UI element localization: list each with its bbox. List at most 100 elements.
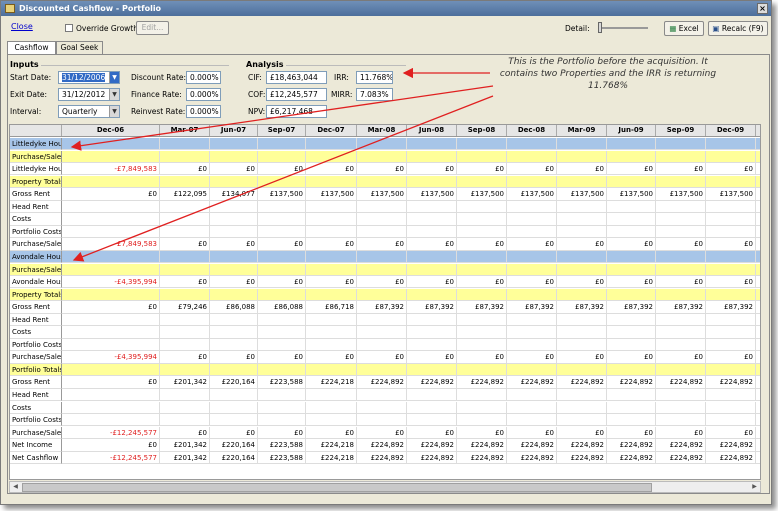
table-cell: £0 [407, 426, 457, 440]
chevron-down-icon[interactable]: ▼ [109, 89, 119, 100]
table-cell [306, 200, 357, 214]
table-row[interactable]: Costs [10, 401, 760, 414]
table-row[interactable]: Costs [10, 213, 760, 226]
table-row[interactable]: Portfolio Costs [10, 225, 760, 239]
property-row[interactable]: Avondale House [10, 250, 760, 264]
table-row[interactable]: Gross Rent £0 £79,246 £86,088 £86,088 £86,718… [10, 301, 760, 314]
excel-button[interactable]: ▦ Excel [664, 21, 704, 36]
table-row[interactable]: Gross Rent £0 £122,095 £134,077 £137,500 £137… [10, 188, 760, 201]
table-cell: £137,500 [306, 188, 357, 201]
table-cell [656, 414, 706, 427]
table-cell: £0 [160, 276, 210, 289]
row-label: Gross Rent [10, 376, 62, 389]
table-row[interactable]: Avondale House-£4,395,994£0£0£0£0£0£0£0£… [10, 276, 760, 289]
table-cell [507, 150, 557, 163]
section-row[interactable]: Portfolio Totals [10, 363, 760, 377]
table-cell [457, 138, 507, 151]
section-row[interactable]: Purchase/Sale [10, 263, 760, 276]
table-row[interactable]: Head Rent [10, 313, 760, 327]
table-cell [62, 326, 160, 339]
scroll-left-icon[interactable]: ◀ [10, 482, 21, 492]
column-header: Jun-08 [407, 125, 457, 136]
tab-goal-seek[interactable]: Goal Seek [56, 41, 103, 54]
table-cell: -£7,849,583 [62, 238, 160, 251]
table-cell [306, 288, 357, 301]
table-cell [160, 138, 210, 151]
close-link[interactable]: Close [11, 22, 33, 31]
exit-date-picker[interactable]: 31/12/2012 ▼ [58, 88, 120, 101]
chevron-down-icon[interactable]: ▼ [109, 72, 119, 83]
table-cell [407, 138, 457, 151]
table-cell: £224,892 [607, 376, 656, 389]
table-cell [160, 414, 210, 427]
table-row[interactable]: Purchase/Sale -£12,245,577 £0 £0 £0 £0 £0 £0 £0 £… [10, 426, 760, 440]
edit-button[interactable]: Edit... [136, 21, 169, 35]
table-cell [557, 288, 607, 301]
annotation-note: This is the Portfolio before the acquisi… [499, 57, 717, 91]
section-row[interactable]: Purchase/Sale [10, 150, 760, 163]
table-cell [306, 389, 357, 402]
override-growth-checkbox[interactable] [65, 24, 73, 32]
dcf-window: Discounted Cashflow - Portfolio × Close … [0, 0, 772, 505]
table-cell: £137,500 [407, 188, 457, 201]
table-cell: £0 [557, 426, 607, 440]
table-row[interactable]: Head Rent [10, 200, 760, 214]
table-cell [62, 150, 160, 163]
table-row[interactable]: Littledyke House-£7,849,583£0£0£0£0£0£0£… [10, 163, 760, 176]
table-cell: £87,392 [457, 301, 507, 314]
table-row[interactable]: Purchase/Sale -£7,849,583 £0 £0 £0 £0 £0 £0 £0 £0… [10, 238, 760, 251]
table-row[interactable]: Gross Rent £0 £201,342 £220,164 £223,588 £224… [10, 376, 760, 389]
table-cell: £0 [62, 188, 160, 201]
table-cell: £0 [210, 351, 258, 364]
slider-handle[interactable] [598, 22, 602, 33]
table-cell: £224,892 [407, 451, 457, 465]
table-cell: £87,392 [706, 301, 756, 314]
table-cell [258, 313, 306, 327]
detail-slider[interactable] [598, 21, 650, 35]
table-cell: £224,218 [306, 451, 357, 465]
chevron-down-icon[interactable]: ▼ [109, 106, 119, 117]
property-row[interactable]: Littledyke House [10, 138, 760, 151]
table-row[interactable]: Head Rent [10, 389, 760, 402]
recalc-button[interactable]: ▣ Recalc (F9) [708, 21, 768, 36]
table-cell: £0 [357, 163, 407, 176]
table-row[interactable]: Net Cashflow -£12,245,577 £201,342 £220,164… [10, 451, 760, 465]
table-row[interactable]: Portfolio Costs [10, 338, 760, 352]
window-close-icon[interactable]: × [757, 3, 768, 14]
discount-rate-input[interactable]: 0.000% [186, 71, 221, 84]
table-cell [258, 138, 306, 151]
table-row[interactable]: Portfolio Costs [10, 414, 760, 427]
table-cell [706, 313, 756, 327]
title-bar[interactable]: Discounted Cashflow - Portfolio × [1, 1, 771, 16]
recalc-label: Recalc (F9) [721, 24, 764, 33]
table-row[interactable]: Purchase/Sale -£4,395,994 £0 £0 £0 £0 £0 £0 £0 £0… [10, 351, 760, 364]
start-date-picker[interactable]: 31/12/2006 ▼ [58, 71, 120, 84]
row-label: Costs [10, 213, 62, 226]
table-row[interactable]: Costs [10, 326, 760, 339]
table-cell: £224,218 [306, 439, 357, 452]
table-cell: £224,892 [507, 439, 557, 452]
horizontal-scrollbar[interactable]: ◀ ▶ [9, 481, 761, 493]
cashflow-grid[interactable]: Dec-06 Mar-07 Jun-07 Sep-07 Dec-07 Mar-08 Jun-… [9, 124, 761, 480]
column-header: Mar- [756, 125, 760, 136]
reinvest-rate-input[interactable]: 0.000% [186, 105, 221, 118]
section-row[interactable]: Property Totals [10, 288, 760, 301]
table-cell: -£4,395,994 [62, 351, 160, 364]
table-row[interactable]: Net Income £0 £201,342 £220,164 £223,588 £224… [10, 439, 760, 452]
table-cell [407, 313, 457, 327]
table-cell [507, 250, 557, 264]
finance-rate-input[interactable]: 0.000% [186, 88, 221, 101]
table-cell [357, 414, 407, 427]
row-label: Avondale House [10, 276, 62, 289]
table-cell [557, 389, 607, 402]
table-cell [160, 338, 210, 352]
row-label: Littledyke House [10, 163, 62, 176]
table-cell [62, 414, 160, 427]
table-cell: £224,218 [306, 376, 357, 389]
scroll-thumb[interactable] [22, 483, 652, 492]
excel-label: Excel [678, 24, 699, 33]
scroll-right-icon[interactable]: ▶ [749, 482, 760, 492]
tab-cashflow[interactable]: Cashflow [7, 41, 56, 55]
section-row[interactable]: Property Totals [10, 175, 760, 189]
interval-select[interactable]: Quarterly ▼ [58, 105, 120, 118]
